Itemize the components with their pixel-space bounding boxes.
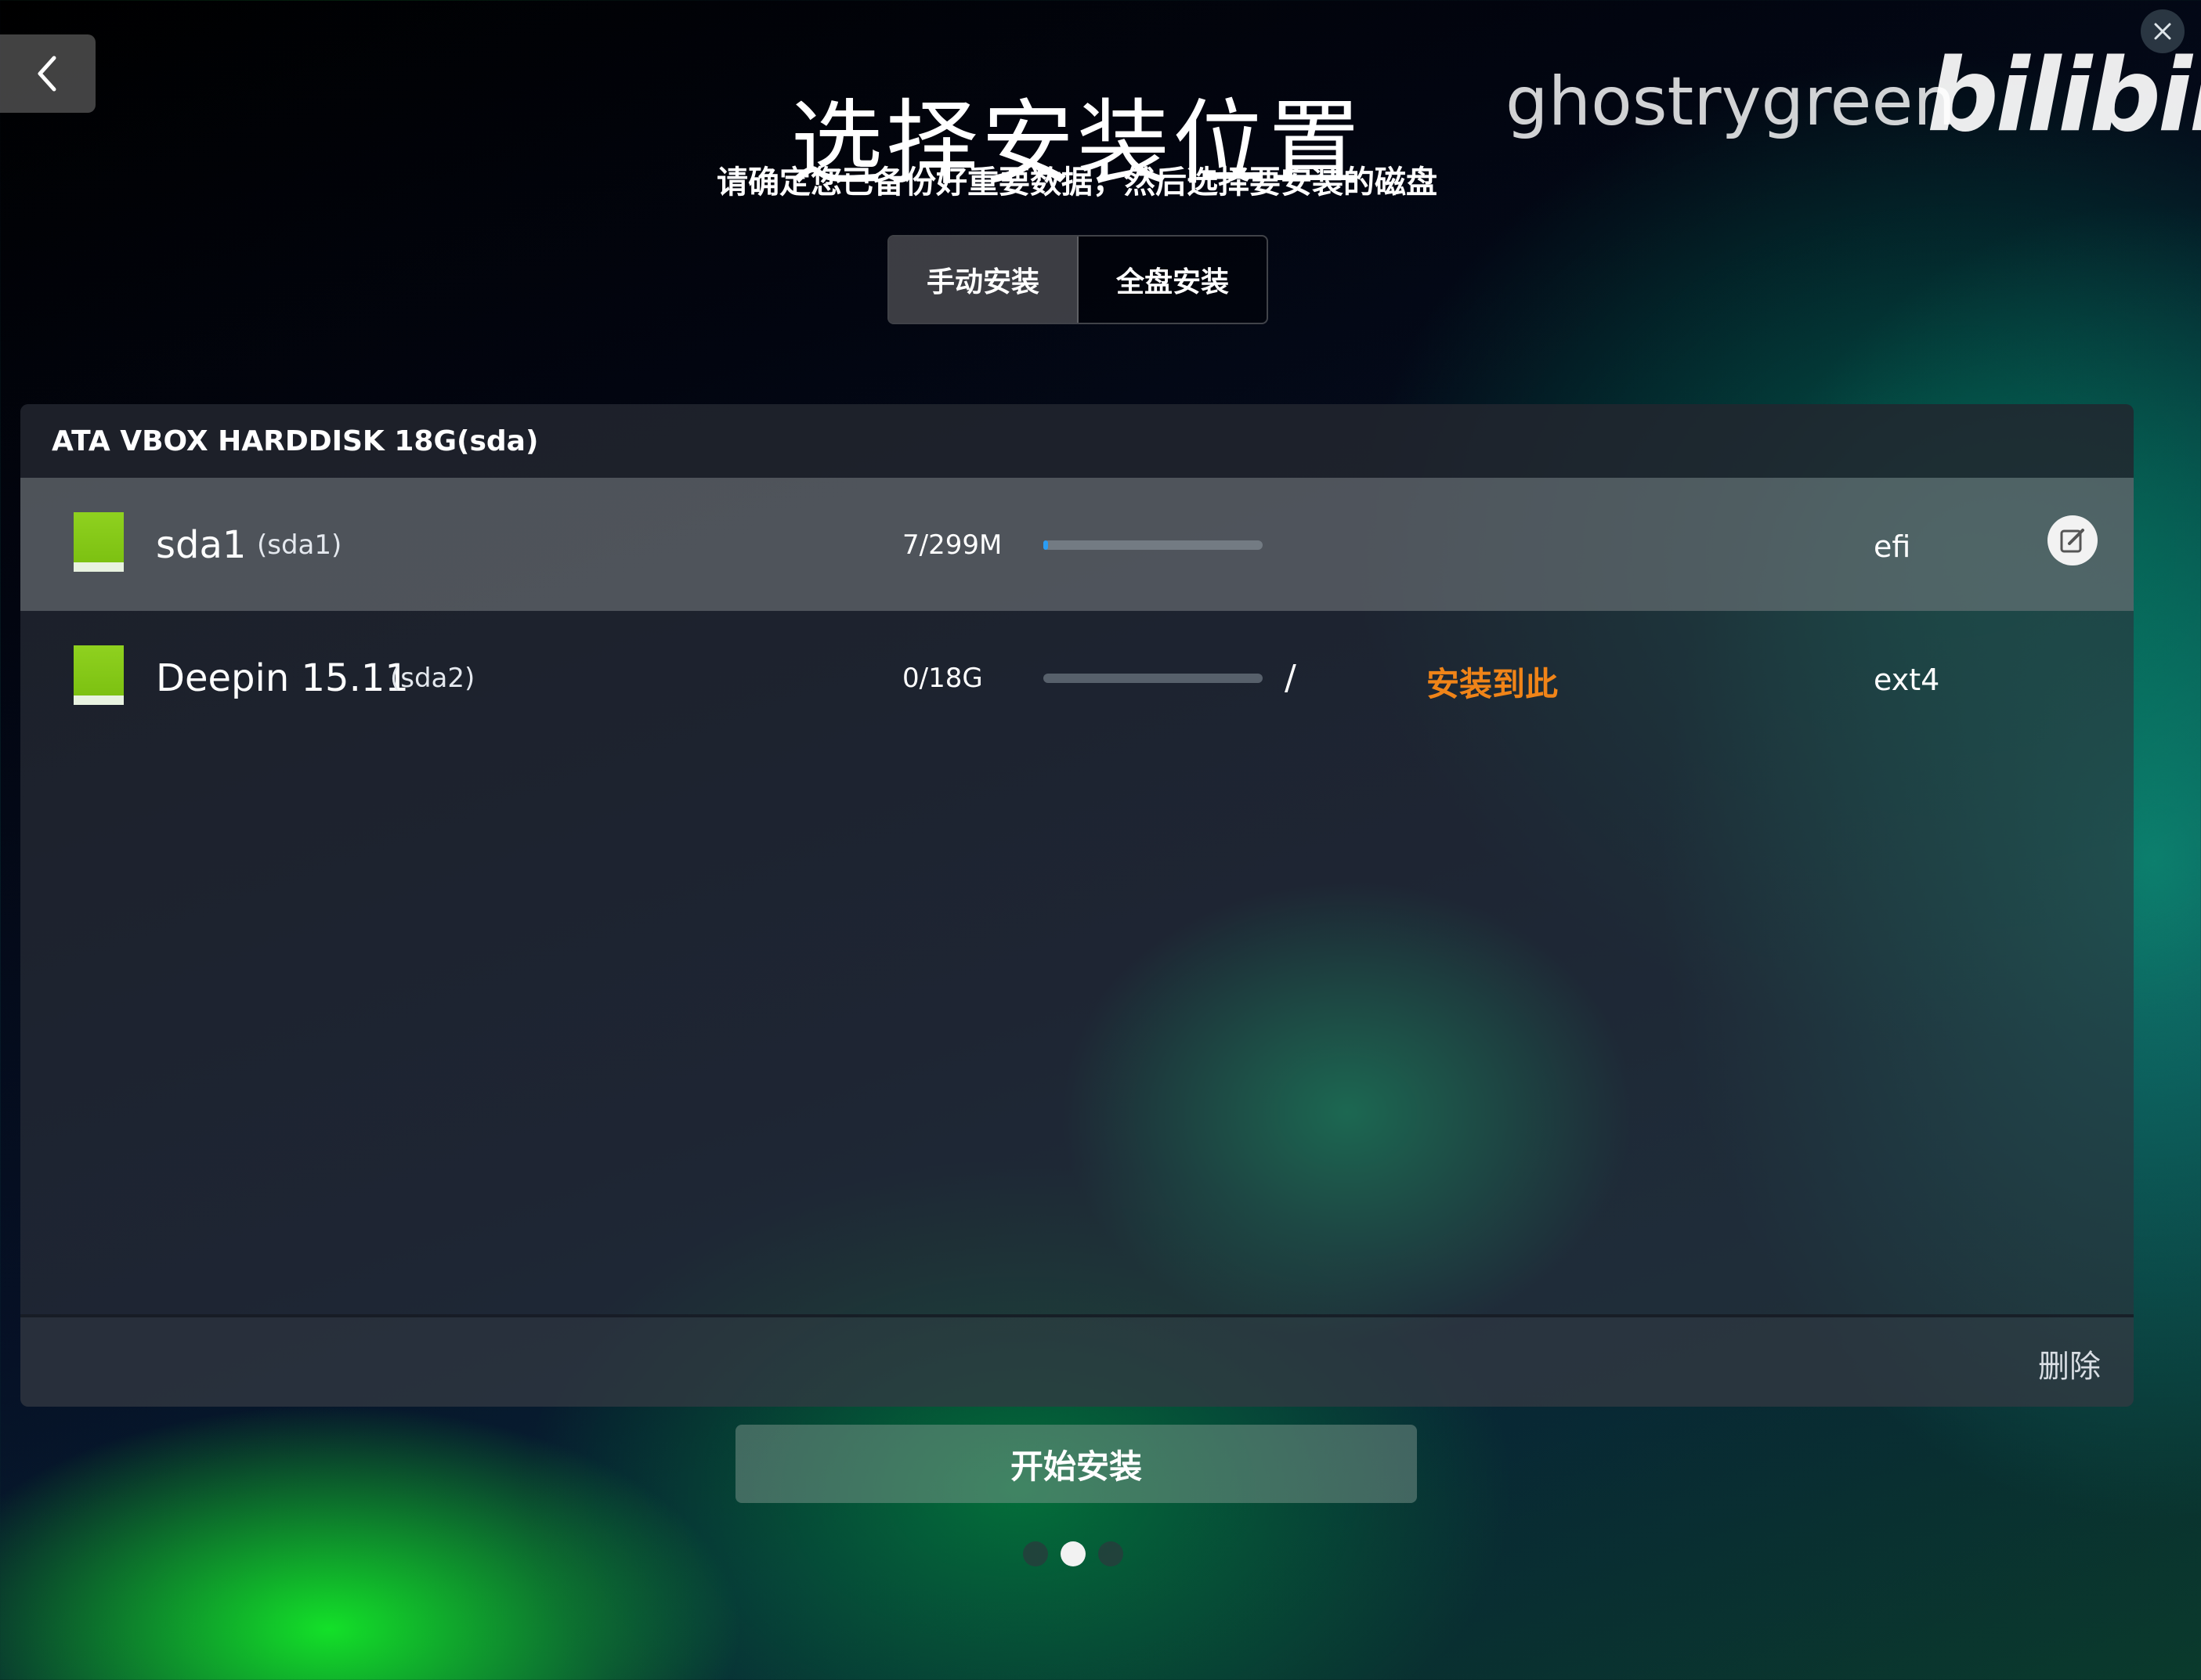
disk-header: ATA VBOX HARDDISK 18G(sda) bbox=[20, 404, 2134, 478]
edit-partition-button[interactable] bbox=[2047, 515, 2098, 565]
start-install-button[interactable]: 开始安装 bbox=[735, 1425, 1417, 1503]
page-indicator bbox=[1023, 1541, 1123, 1566]
partition-panel: ATA VBOX HARDDISK 18G(sda) sda1 (sda1) 7… bbox=[20, 404, 2134, 1407]
delete-button[interactable]: 删除 bbox=[2038, 1341, 2101, 1386]
filesystem-type: efi bbox=[1874, 529, 1911, 564]
usage-bar bbox=[1043, 674, 1263, 683]
page-dot bbox=[1023, 1541, 1048, 1566]
usage-bar-fill bbox=[1043, 540, 1048, 550]
watermark-username: ghostrygreen bbox=[1505, 63, 1956, 141]
page-subtitle: 请确定您已备份好重要数据，然后选择要安装的磁盘 bbox=[717, 164, 1437, 201]
page-dot-active bbox=[1061, 1541, 1086, 1566]
partition-icon bbox=[74, 512, 124, 572]
partition-size: 7/299M bbox=[902, 529, 1003, 561]
partition-device: (sda1) bbox=[257, 529, 342, 561]
install-target-label: 安装到此 bbox=[1426, 665, 1559, 703]
tab-manual-install[interactable]: 手动安装 bbox=[889, 237, 1079, 323]
page-dot bbox=[1098, 1541, 1123, 1566]
install-mode-tabs: 手动安装 全盘安装 bbox=[887, 235, 1268, 324]
partition-icon bbox=[74, 645, 124, 705]
partition-size: 0/18G bbox=[902, 663, 983, 694]
panel-footer: 删除 bbox=[20, 1314, 2134, 1407]
close-icon bbox=[2154, 23, 2171, 40]
tab-full-disk-install[interactable]: 全盘安装 bbox=[1079, 237, 1267, 323]
partition-row-sda1[interactable]: sda1 (sda1) 7/299M efi bbox=[20, 478, 2134, 611]
mount-point: / bbox=[1285, 658, 1296, 698]
usage-bar bbox=[1043, 540, 1263, 550]
partition-device: (sda2) bbox=[390, 663, 475, 694]
close-button[interactable] bbox=[2141, 9, 2185, 53]
partition-row-sda2[interactable]: Deepin 15.11 (sda2) 0/18G / 安装到此 ext4 bbox=[20, 611, 2134, 744]
partition-name: sda1 bbox=[156, 523, 247, 567]
edit-icon bbox=[2060, 529, 2084, 553]
partition-name: Deepin 15.11 bbox=[156, 656, 409, 700]
filesystem-type: ext4 bbox=[1874, 663, 1940, 697]
bilibili-logo: bilibili bbox=[1927, 38, 2201, 154]
